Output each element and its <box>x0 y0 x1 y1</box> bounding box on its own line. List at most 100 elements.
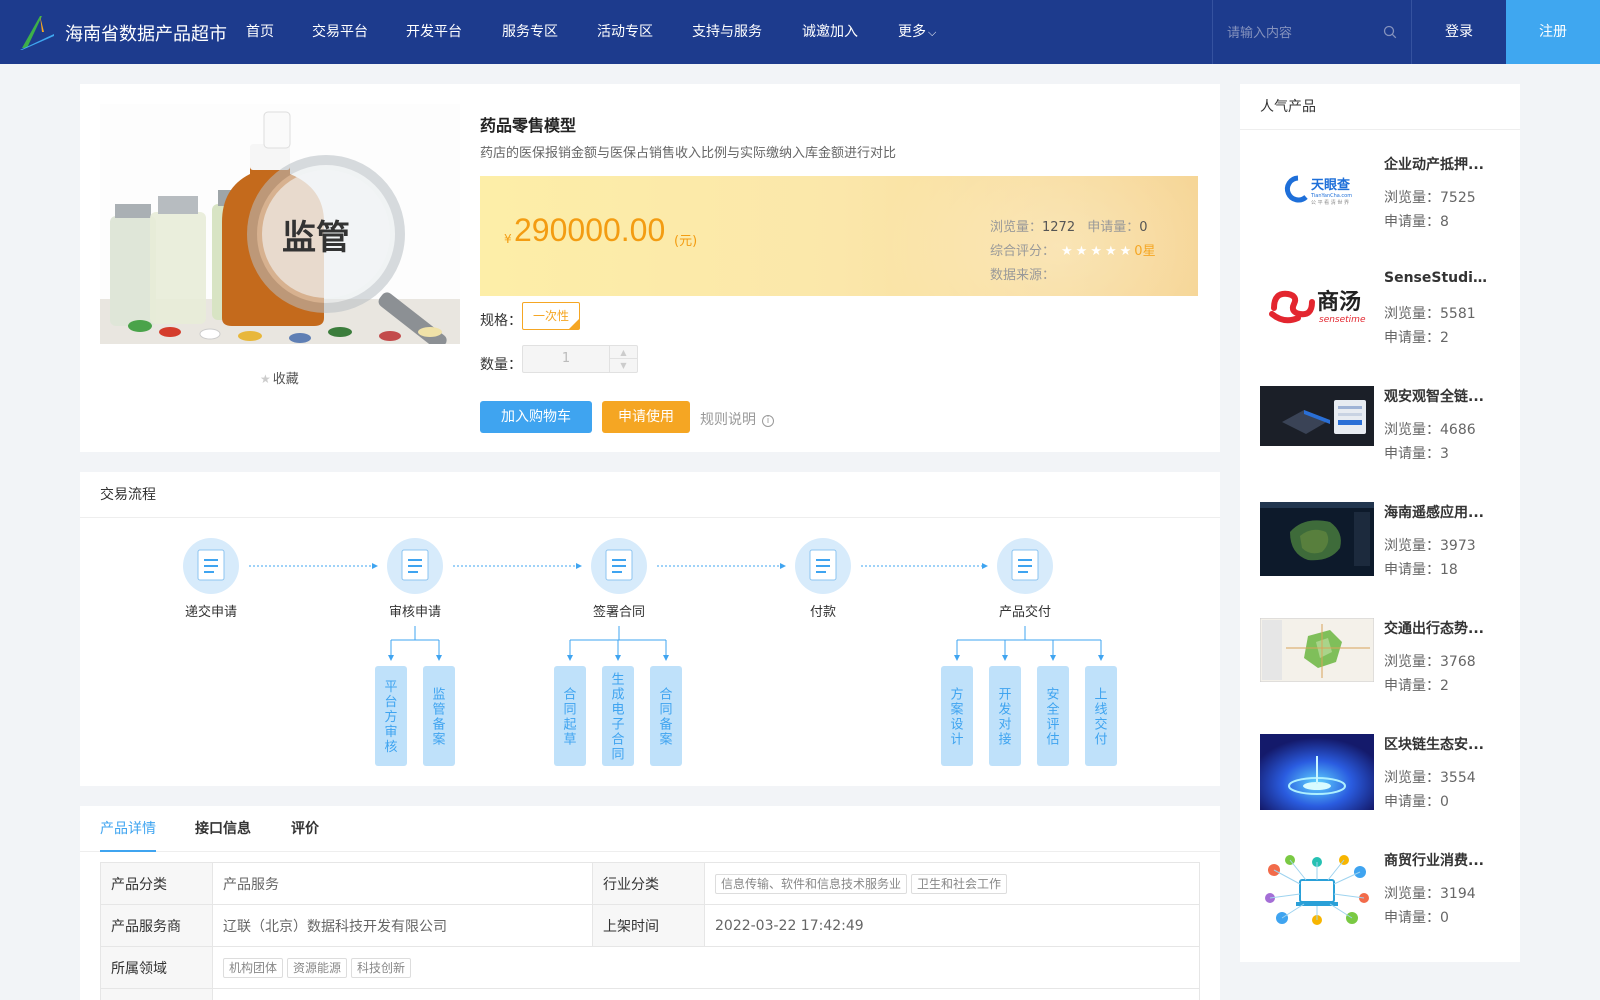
rules-label: 规则说明 <box>700 412 756 428</box>
sub-step-label: 案 <box>432 733 445 748</box>
nav-more[interactable]: 更多 <box>898 0 958 64</box>
category-label: 产品分类 <box>100 862 213 905</box>
domain-label: 所属领域 <box>100 946 213 989</box>
sub-step-label: 计 <box>950 733 963 748</box>
table-row: 所属领域 机构团体 资源能源 科技创新 <box>100 946 1200 989</box>
sub-step-label: 同 <box>563 703 576 718</box>
apps-label: 申请量： <box>1384 910 1440 926</box>
popular-item[interactable]: 天眼查 TianYanCha.com 公 平 看 清 世 界 企业动产抵押...… <box>1260 154 1510 254</box>
product-thumbnail[interactable] <box>1260 386 1374 446</box>
product-price: 290000.00 <box>514 212 666 248</box>
chevron-down-icon[interactable]: ▼ <box>609 359 637 372</box>
sub-step-label: 同 <box>659 703 672 718</box>
sub-step-label: 安 <box>1046 688 1059 703</box>
popular-item-views: 浏览量：3768 <box>1384 651 1476 671</box>
sub-step-label: 备 <box>659 717 672 733</box>
apps-count: 3 <box>1440 446 1449 462</box>
favorite-button[interactable]: ★ 收藏 <box>260 368 299 387</box>
rating-text: 0星 <box>1134 244 1156 259</box>
popular-item[interactable]: 观安观智全链... 浏览量：4686 申请量：3 <box>1260 386 1510 486</box>
popular-item[interactable]: 交通出行态势... 浏览量：3768 申请量：2 <box>1260 618 1510 718</box>
product-thumbnail[interactable]: 天眼查 TianYanCha.com 公 平 看 清 世 界 <box>1260 154 1374 224</box>
views-count: 3768 <box>1440 654 1476 670</box>
tab-product-detail[interactable]: 产品详情 <box>100 806 156 852</box>
favorite-label: 收藏 <box>272 372 299 387</box>
popular-item-name[interactable]: SenseStudio... <box>1384 270 1494 286</box>
sub-step-label: 台 <box>384 695 397 710</box>
listed-time-value: 2022-03-22 17:42:49 <box>704 904 1200 947</box>
quantity-value[interactable]: 1 <box>523 346 609 372</box>
product-thumbnail[interactable] <box>1260 734 1374 810</box>
product-thumbnail[interactable] <box>1260 618 1374 682</box>
apps-label: 申请量： <box>1384 678 1440 694</box>
nav-home[interactable]: 首页 <box>246 0 312 64</box>
rating-label: 综合评分： <box>990 244 1056 259</box>
views-count: 3973 <box>1440 538 1476 554</box>
popular-item-name[interactable]: 企业动产抵押... <box>1384 154 1494 174</box>
product-thumbnail[interactable]: 商汤 sensetime <box>1260 270 1374 340</box>
process-step-label: 递交申请 <box>185 604 237 620</box>
popular-item-name[interactable]: 区块链生态安... <box>1384 734 1494 754</box>
popular-item[interactable]: 商汤 sensetime SenseStudio... 浏览量：5581 申请量… <box>1260 270 1510 370</box>
apps-label: 申请量： <box>1384 330 1440 346</box>
search-icon[interactable] <box>1383 25 1397 39</box>
table-row: 产品服务商 辽联（北京）数据科技开发有限公司 上架时间 2022-03-22 1… <box>100 904 1200 947</box>
popular-item-apps: 申请量：8 <box>1384 211 1449 231</box>
apply-use-button[interactable]: 申请使用 <box>602 401 690 433</box>
chevron-up-icon[interactable]: ▲ <box>609 346 637 359</box>
search-box <box>1212 0 1412 64</box>
tab-interface-info[interactable]: 接口信息 <box>195 806 251 852</box>
popular-item-apps: 申请量：18 <box>1384 559 1458 579</box>
nav-service-zone[interactable]: 服务专区 <box>502 0 597 64</box>
provider-label: 产品服务商 <box>100 904 213 947</box>
medicine-magnifier-image: 监管 <box>100 104 460 344</box>
sub-step-label: 监 <box>432 688 445 703</box>
search-input[interactable] <box>1227 20 1377 44</box>
sub-step-label: 付 <box>1094 733 1107 748</box>
listed-time-label: 上架时间 <box>592 904 705 947</box>
process-step-label: 产品交付 <box>999 604 1051 620</box>
register-button[interactable]: 注册 <box>1506 0 1600 64</box>
login-button[interactable]: 登录 <box>1412 0 1506 64</box>
sub-step-label: 合 <box>563 688 576 703</box>
quantity-stepper[interactable]: 1 ▲ ▼ <box>522 345 638 373</box>
product-thumbnail[interactable] <box>1260 850 1374 930</box>
popular-item-views: 浏览量：7525 <box>1384 187 1476 207</box>
apps-count: 0 <box>1440 794 1449 810</box>
industry-label: 行业分类 <box>592 862 705 905</box>
popular-item-apps: 申请量：2 <box>1384 675 1449 695</box>
rules-link[interactable]: 规则说明 i <box>700 409 774 429</box>
product-thumbnail[interactable] <box>1260 502 1374 576</box>
popular-item[interactable]: 区块链生态安... 浏览量：3554 申请量：0 <box>1260 734 1510 834</box>
tab-reviews[interactable]: 评价 <box>291 806 319 852</box>
nav-dev-platform[interactable]: 开发平台 <box>406 0 502 64</box>
nav-support[interactable]: 支持与服务 <box>692 0 802 64</box>
star-icon: ★ <box>260 372 271 386</box>
domain-tag: 资源能源 <box>287 957 348 978</box>
nav-activity-zone[interactable]: 活动专区 <box>597 0 692 64</box>
popular-item-apps: 申请量：0 <box>1384 791 1449 811</box>
sensetime-logo-text: 商汤 <box>1317 289 1361 315</box>
apps-label: 申请量： <box>1384 794 1440 810</box>
popular-item-name[interactable]: 海南遥感应用... <box>1384 502 1494 522</box>
domain-tag: 科技创新 <box>351 957 412 978</box>
popular-item[interactable]: 商贸行业消费... 浏览量：3194 申请量：0 <box>1260 850 1510 950</box>
sub-step-label: 合 <box>611 733 624 748</box>
sub-step-label: 评 <box>1046 718 1059 733</box>
nav-trading-platform[interactable]: 交易平台 <box>312 0 406 64</box>
brand-name[interactable]: 海南省数据产品超市 <box>65 20 227 46</box>
views-label: 浏览量： <box>1384 654 1440 670</box>
popular-item-name[interactable]: 商贸行业消费... <box>1384 850 1494 870</box>
popular-item[interactable]: 海南遥感应用... 浏览量：3973 申请量：18 <box>1260 502 1510 602</box>
popular-item-apps: 申请量：3 <box>1384 443 1449 463</box>
popular-item-name[interactable]: 观安观智全链... <box>1384 386 1494 406</box>
sub-step-label: 成 <box>611 688 624 703</box>
spec-option-one-time[interactable]: 一次性 <box>522 302 580 330</box>
add-to-cart-button[interactable]: 加入购物车 <box>480 401 592 433</box>
brand-logo-icon[interactable] <box>18 12 58 52</box>
popular-item-apps: 申请量：0 <box>1384 907 1449 927</box>
apps-count: 2 <box>1440 330 1449 346</box>
nav-join[interactable]: 诚邀加入 <box>802 0 898 64</box>
sub-step-label: 开 <box>998 688 1011 703</box>
popular-item-name[interactable]: 交通出行态势... <box>1384 618 1494 638</box>
